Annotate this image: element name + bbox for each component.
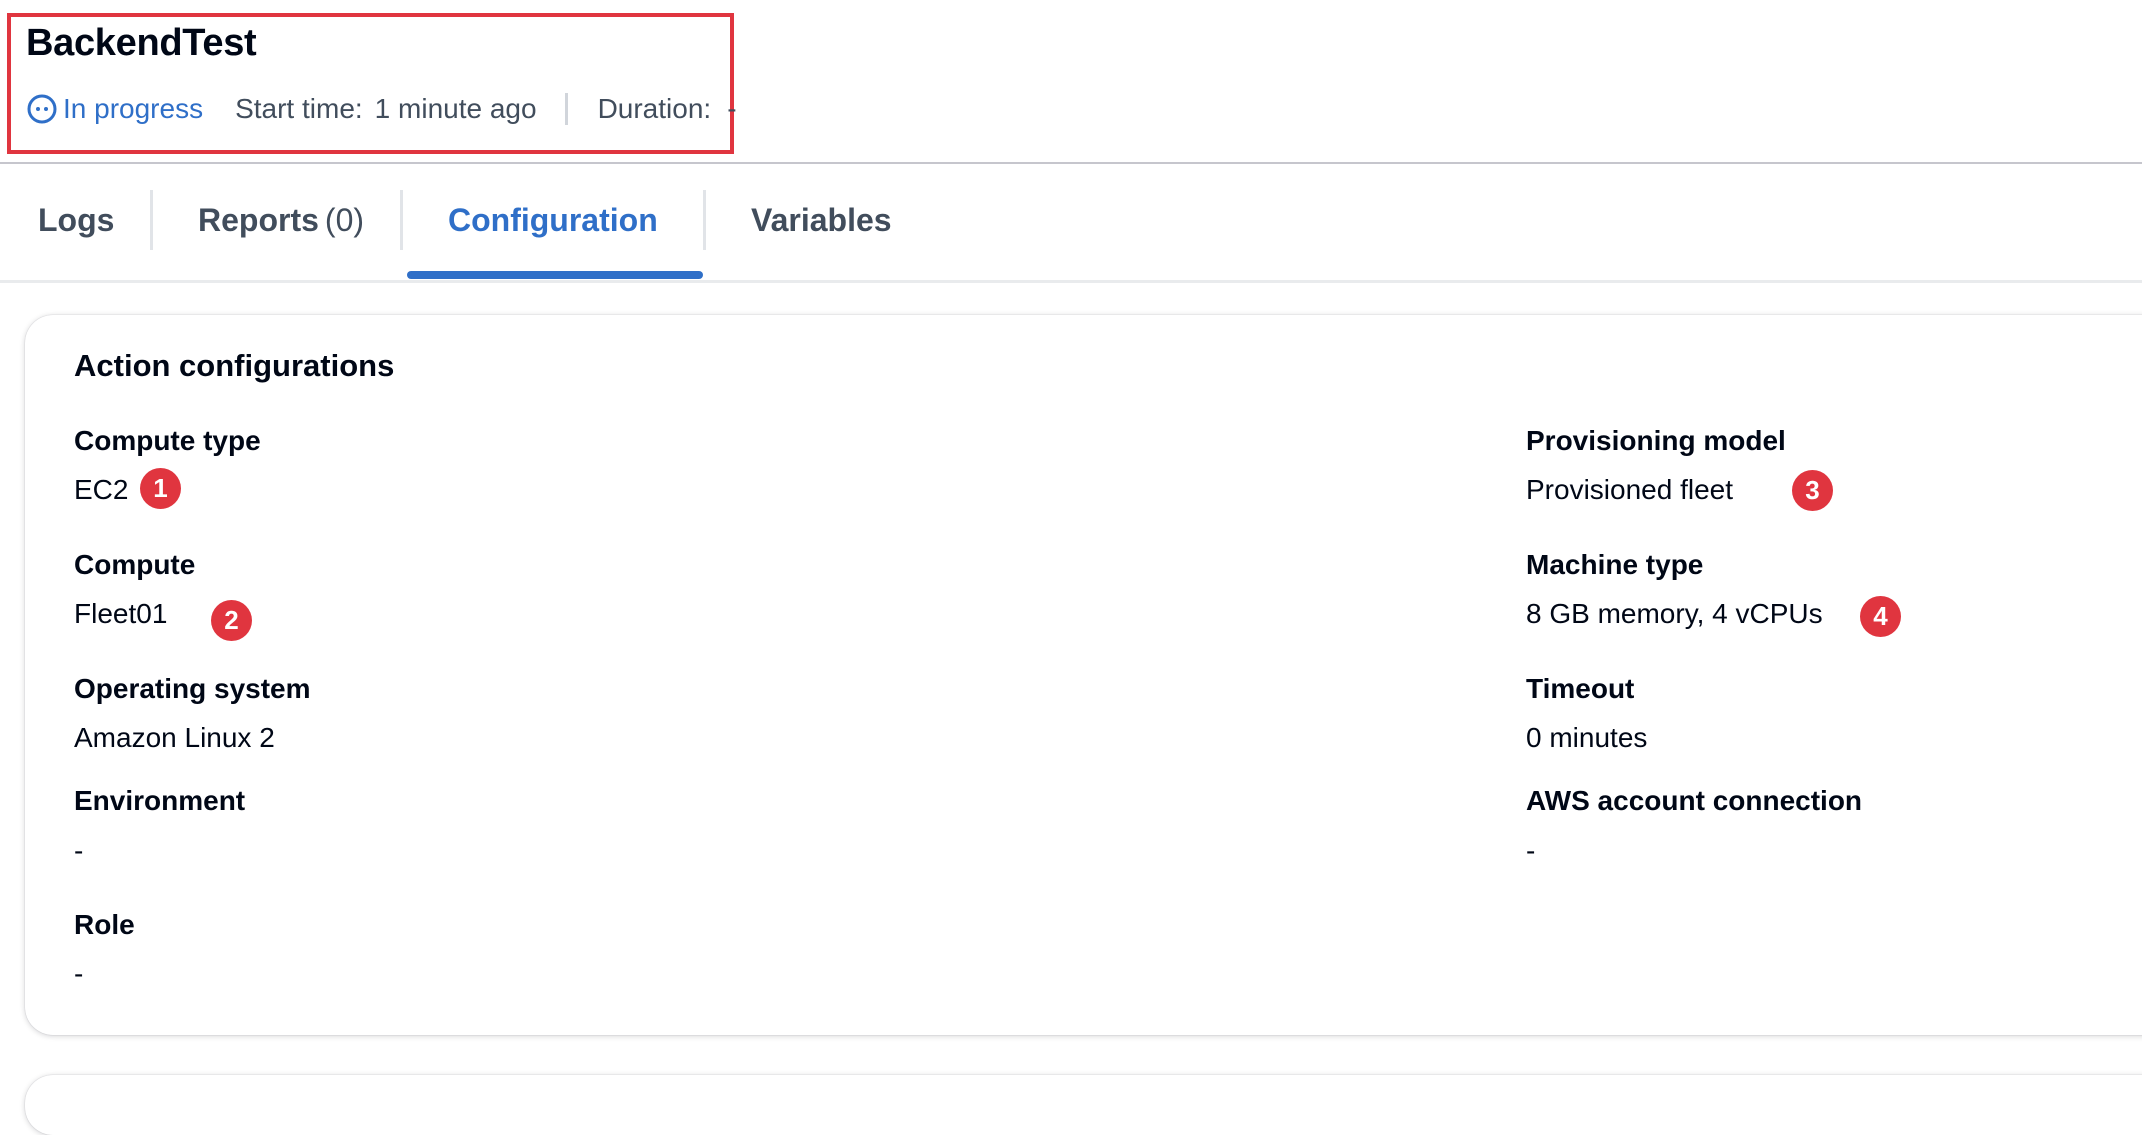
- compute-label: Compute: [74, 549, 196, 580]
- in-progress-icon: [26, 93, 58, 125]
- tabs-divider: [0, 280, 2142, 283]
- tab-label: Reports: [198, 202, 319, 238]
- environment-label: Environment: [74, 785, 246, 816]
- active-tab-indicator: [407, 271, 703, 279]
- compute-type-label: Compute type: [74, 425, 261, 456]
- tab-reports[interactable]: Reports (0): [198, 190, 364, 280]
- tab-divider: [703, 190, 706, 250]
- role-value: -: [74, 958, 84, 989]
- header-divider: [0, 162, 2142, 164]
- operating-system-value: Amazon Linux 2: [74, 722, 275, 753]
- timeout-label: Timeout: [1526, 673, 1635, 704]
- start-time-label: Start time:: [235, 93, 363, 124]
- provisioning-model-label: Provisioning model: [1526, 425, 1786, 456]
- tab-divider: [150, 190, 153, 250]
- tab-logs[interactable]: Logs: [38, 190, 114, 280]
- tab-bar: Logs Reports (0) Configuration Variables: [0, 190, 2142, 280]
- duration-label: Duration:: [597, 93, 712, 124]
- page-title: BackendTest: [26, 22, 257, 64]
- start-time-value: 1 minute ago: [374, 93, 537, 124]
- machine-type-label: Machine type: [1526, 549, 1704, 580]
- tab-count: (0): [324, 202, 365, 238]
- compute-type-value: EC2: [74, 474, 129, 505]
- annotation-marker: 3: [1792, 470, 1833, 511]
- meta-divider: [564, 93, 568, 125]
- tab-divider: [400, 190, 403, 250]
- environment-value: -: [74, 835, 84, 866]
- annotation-marker: 1: [140, 468, 181, 509]
- aws-account-connection-label: AWS account connection: [1526, 785, 1863, 816]
- run-meta-row: In progress Start time: 1 minute ago Dur…: [26, 92, 737, 126]
- tab-label: Variables: [751, 202, 892, 238]
- tab-configuration[interactable]: Configuration: [448, 190, 658, 280]
- duration-value: -: [727, 93, 737, 124]
- annotation-marker: 2: [211, 600, 252, 641]
- role-label: Role: [74, 909, 135, 940]
- tab-label: Logs: [38, 202, 115, 238]
- tab-label: Configuration: [448, 202, 658, 238]
- operating-system-label: Operating system: [74, 673, 311, 704]
- timeout-value: 0 minutes: [1526, 722, 1648, 753]
- machine-type-value: 8 GB memory, 4 vCPUs: [1526, 598, 1823, 629]
- aws-account-connection-value: -: [1526, 835, 1536, 866]
- tab-variables[interactable]: Variables: [751, 190, 892, 280]
- action-configurations-card: [25, 315, 2142, 1035]
- card-title: Action configurations: [74, 348, 395, 383]
- compute-value: Fleet01: [74, 598, 168, 629]
- next-section-card: [25, 1075, 2142, 1135]
- provisioning-model-value: Provisioned fleet: [1526, 474, 1734, 505]
- status-text: In progress: [63, 93, 204, 124]
- annotation-marker: 4: [1860, 596, 1901, 637]
